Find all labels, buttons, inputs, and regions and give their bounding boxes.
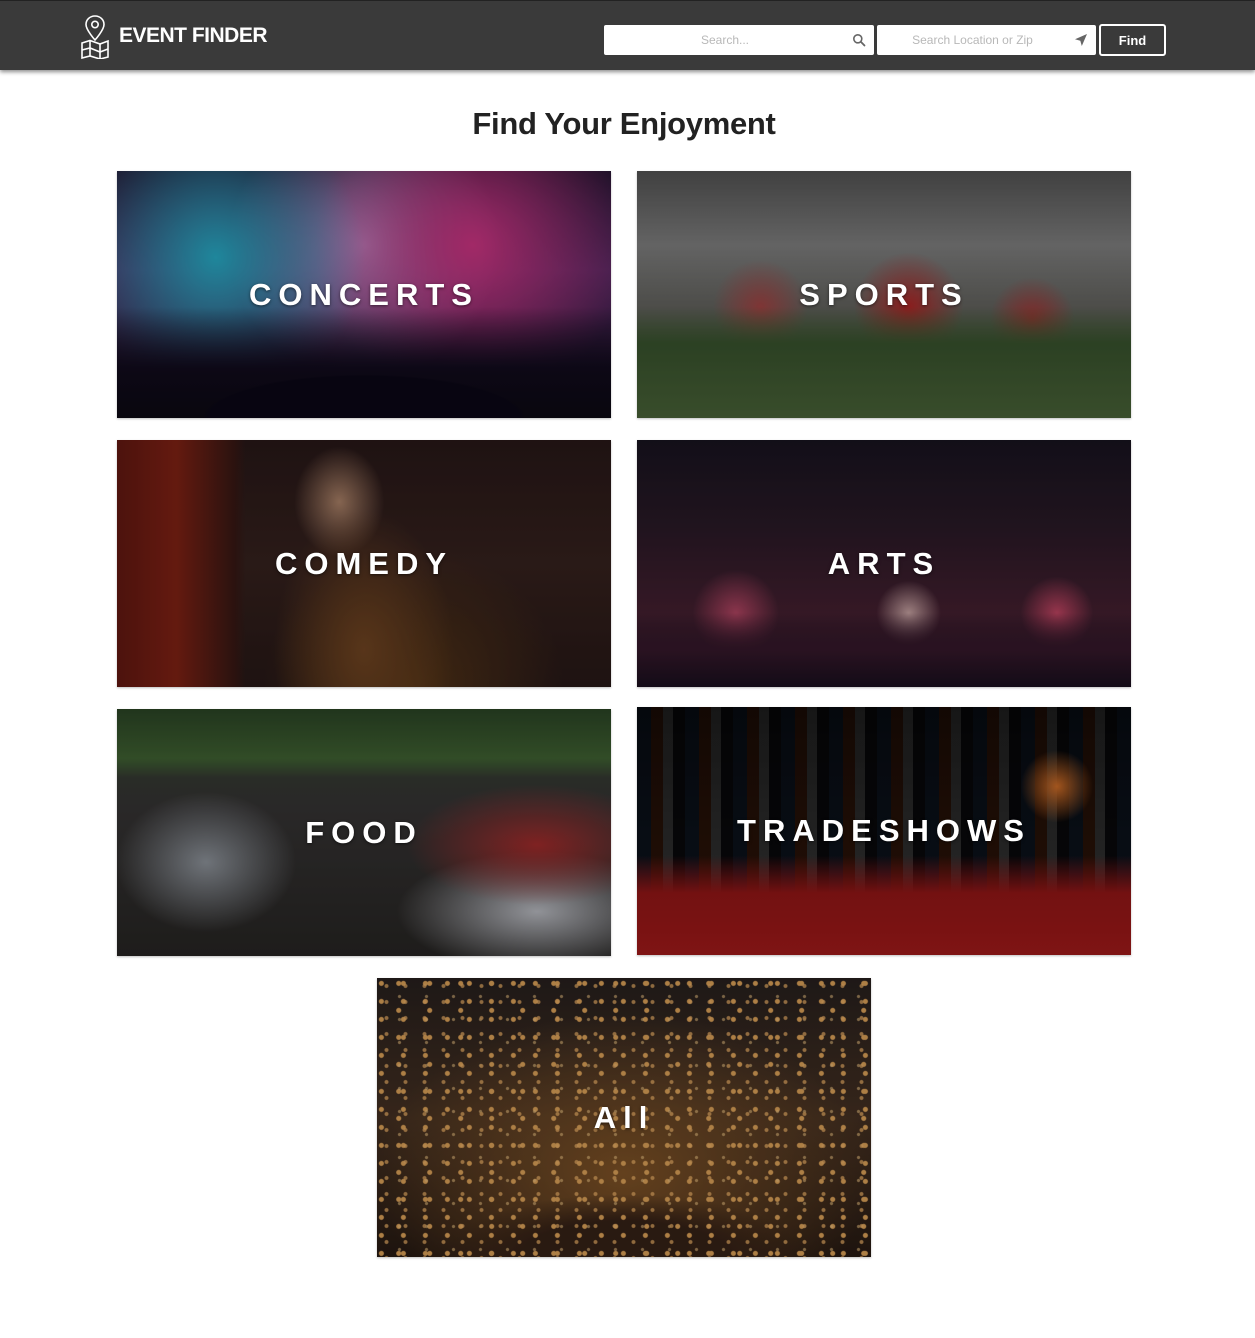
- category-tile-tradeshows[interactable]: TRADESHOWS: [637, 707, 1131, 955]
- navbar: EVENT FINDER Find: [0, 0, 1255, 70]
- search-field[interactable]: [604, 25, 874, 55]
- category-tile-comedy[interactable]: COMEDY: [117, 440, 611, 687]
- brand-logo[interactable]: EVENT FINDER: [79, 12, 268, 60]
- category-label: All: [593, 1099, 655, 1135]
- location-input[interactable]: [877, 25, 1096, 55]
- category-tile-concerts[interactable]: CONCERTS: [117, 171, 611, 418]
- page-title: Find Your Enjoyment: [472, 106, 776, 141]
- category-label: ARTS: [827, 545, 941, 581]
- map-pin-icon: [81, 15, 109, 59]
- category-label: COMEDY: [274, 545, 454, 581]
- category-label: TRADESHOWS: [737, 813, 1031, 848]
- search-input[interactable]: [604, 25, 874, 55]
- location-field[interactable]: [877, 25, 1096, 55]
- location-arrow-icon[interactable]: [1074, 33, 1088, 47]
- category-tile-arts[interactable]: ARTS: [637, 440, 1131, 687]
- category-tile-sports[interactable]: SPORTS: [637, 171, 1131, 418]
- category-tile-all[interactable]: All: [377, 978, 871, 1257]
- category-tile-food[interactable]: FOOD: [117, 709, 611, 956]
- category-label: CONCERTS: [249, 276, 479, 312]
- search-icon[interactable]: [852, 33, 866, 47]
- category-label: SPORTS: [799, 276, 969, 312]
- category-label: FOOD: [305, 814, 423, 850]
- find-button[interactable]: Find: [1099, 24, 1166, 56]
- brand-name: EVENT FINDER: [119, 24, 268, 47]
